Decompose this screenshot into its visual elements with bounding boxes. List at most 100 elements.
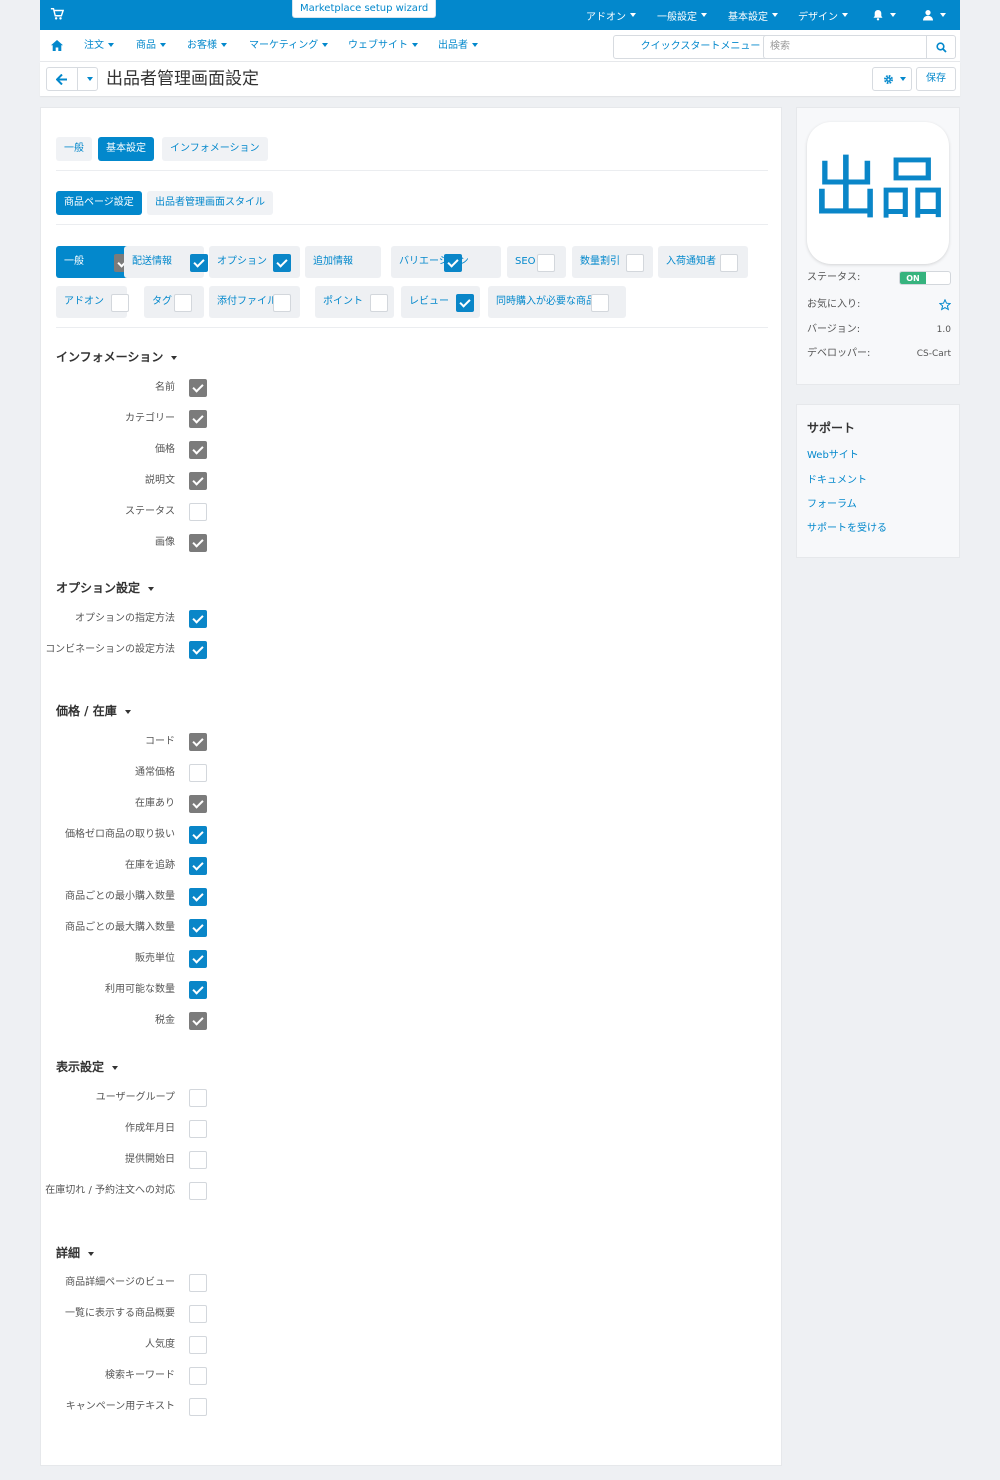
section-header[interactable]: オプション設定 bbox=[56, 579, 155, 596]
chevron-down-icon[interactable] bbox=[87, 77, 93, 81]
chip-2[interactable]: オプション bbox=[209, 246, 300, 278]
chip-checkbox[interactable] bbox=[190, 254, 208, 272]
field-checkbox[interactable] bbox=[189, 503, 207, 521]
bell-icon bbox=[873, 10, 883, 21]
chip-6[interactable]: 数量割引 bbox=[572, 246, 653, 278]
nav-customers[interactable]: お客様 bbox=[187, 30, 227, 62]
field-checkbox[interactable] bbox=[189, 1151, 207, 1169]
marketplace-setup-wizard-button[interactable]: Marketplace setup wizard bbox=[292, 0, 437, 18]
nav-website[interactable]: ウェブサイト bbox=[348, 30, 418, 62]
chip-7[interactable]: 入荷通知者 bbox=[658, 246, 748, 278]
field-checkbox[interactable] bbox=[189, 1398, 207, 1416]
nav-label: ウェブサイト bbox=[348, 40, 408, 51]
chip-checkbox[interactable] bbox=[720, 254, 738, 272]
field-checkbox[interactable] bbox=[189, 410, 207, 428]
support-link-docs[interactable]: ドキュメント bbox=[807, 471, 867, 486]
chip-3[interactable]: 追加情報 bbox=[305, 246, 411, 278]
settings-dropdown-button[interactable] bbox=[872, 67, 912, 91]
field-checkbox[interactable] bbox=[189, 1367, 207, 1385]
topmenu-general-settings[interactable]: 一般設定 bbox=[657, 0, 707, 30]
field-checkbox[interactable] bbox=[189, 534, 207, 552]
chip-checkbox[interactable] bbox=[537, 254, 555, 272]
field-checkbox[interactable] bbox=[189, 857, 207, 875]
field-checkbox[interactable] bbox=[189, 610, 207, 628]
back-button[interactable] bbox=[46, 67, 98, 91]
chip-checkbox[interactable] bbox=[273, 294, 291, 312]
field-checkbox[interactable] bbox=[189, 1305, 207, 1323]
field-label: 販売単位 bbox=[135, 953, 175, 964]
field-checkbox[interactable] bbox=[189, 919, 207, 937]
field-checkbox[interactable] bbox=[189, 733, 207, 751]
section-header[interactable]: インフォメーション bbox=[56, 348, 178, 365]
support-link-website[interactable]: Webサイト bbox=[807, 446, 859, 461]
nav-orders[interactable]: 注文 bbox=[84, 30, 114, 62]
divider bbox=[56, 327, 768, 328]
topmenu-basic-settings[interactable]: 基本設定 bbox=[728, 0, 778, 30]
chip-checkbox[interactable] bbox=[456, 294, 474, 312]
search-icon bbox=[936, 42, 947, 53]
chip-8[interactable]: アドオン bbox=[56, 286, 129, 318]
field-checkbox[interactable] bbox=[189, 950, 207, 968]
tab-basic-settings[interactable]: 基本設定 bbox=[98, 137, 154, 161]
section-header[interactable]: 詳細 bbox=[56, 1244, 95, 1261]
field-checkbox[interactable] bbox=[189, 379, 207, 397]
chip-checkbox[interactable] bbox=[111, 294, 129, 312]
developer-value: CS-Cart bbox=[916, 349, 951, 359]
field-checkbox[interactable] bbox=[189, 826, 207, 844]
field-checkbox[interactable] bbox=[189, 764, 207, 782]
save-button[interactable]: 保存 bbox=[916, 67, 956, 91]
tab-general[interactable]: 一般 bbox=[56, 137, 92, 161]
nav-vendors[interactable]: 出品者 bbox=[438, 30, 478, 62]
chip-checkbox[interactable] bbox=[370, 294, 388, 312]
chip-5[interactable]: SEO bbox=[507, 246, 566, 278]
chip-checkbox[interactable] bbox=[174, 294, 192, 312]
chip-13[interactable]: 同時購入が必要な商品 bbox=[488, 286, 626, 318]
status-value: ON bbox=[900, 272, 926, 284]
home-icon[interactable] bbox=[51, 40, 63, 51]
support-link-get-support[interactable]: サポートを受ける bbox=[807, 519, 887, 534]
notifications-menu[interactable] bbox=[872, 0, 896, 30]
chip-9[interactable]: タグ bbox=[144, 286, 204, 318]
search-input[interactable]: 検索 bbox=[763, 35, 927, 59]
chip-checkbox[interactable] bbox=[444, 254, 462, 272]
subtab-product-page-settings[interactable]: 商品ページ設定 bbox=[56, 191, 142, 215]
chip-1[interactable]: 配送情報 bbox=[124, 246, 208, 278]
field-checkbox[interactable] bbox=[189, 441, 207, 459]
subtab-vendor-panel-style[interactable]: 出品者管理画面スタイル bbox=[147, 191, 273, 215]
star-icon[interactable] bbox=[939, 299, 951, 311]
chip-12[interactable]: レビュー bbox=[401, 286, 480, 318]
support-link-forum[interactable]: フォーラム bbox=[807, 495, 857, 510]
field-checkbox[interactable] bbox=[189, 888, 207, 906]
status-toggle[interactable]: ON bbox=[899, 271, 951, 285]
topmenu-design[interactable]: デザイン bbox=[798, 0, 848, 30]
user-menu[interactable] bbox=[922, 0, 946, 30]
topmenu-label: 基本設定 bbox=[728, 11, 768, 23]
field-checkbox[interactable] bbox=[189, 1012, 207, 1030]
field-checkbox[interactable] bbox=[189, 981, 207, 999]
field-checkbox[interactable] bbox=[189, 795, 207, 813]
field-checkbox[interactable] bbox=[189, 1336, 207, 1354]
tab-information[interactable]: インフォメーション bbox=[162, 137, 268, 161]
field-checkbox[interactable] bbox=[189, 472, 207, 490]
chip-11[interactable]: ポイント bbox=[315, 286, 394, 318]
field-label: 価格 bbox=[155, 444, 175, 455]
search-button[interactable] bbox=[926, 35, 956, 59]
field-checkbox[interactable] bbox=[189, 1120, 207, 1138]
chip-4[interactable]: バリエーション bbox=[391, 246, 501, 278]
section-header[interactable]: 価格 / 在庫 bbox=[56, 702, 131, 719]
section-header[interactable]: 表示設定 bbox=[56, 1058, 119, 1075]
nav-marketing[interactable]: マーケティング bbox=[249, 30, 329, 62]
chip-checkbox[interactable] bbox=[626, 254, 644, 272]
cart-icon[interactable] bbox=[50, 7, 64, 21]
chip-checkbox[interactable] bbox=[591, 294, 609, 312]
field-checkbox[interactable] bbox=[189, 1182, 207, 1200]
topmenu-addons[interactable]: アドオン bbox=[586, 0, 636, 30]
chip-label: 数量割引 bbox=[580, 256, 620, 267]
chip-10[interactable]: 添付ファイル bbox=[209, 286, 300, 318]
field-checkbox[interactable] bbox=[189, 1089, 207, 1107]
nav-products[interactable]: 商品 bbox=[136, 30, 166, 62]
chip-checkbox[interactable] bbox=[273, 254, 291, 272]
field-checkbox[interactable] bbox=[189, 1274, 207, 1292]
field-label: コンビネーションの設定方法 bbox=[45, 644, 175, 655]
field-checkbox[interactable] bbox=[189, 641, 207, 659]
